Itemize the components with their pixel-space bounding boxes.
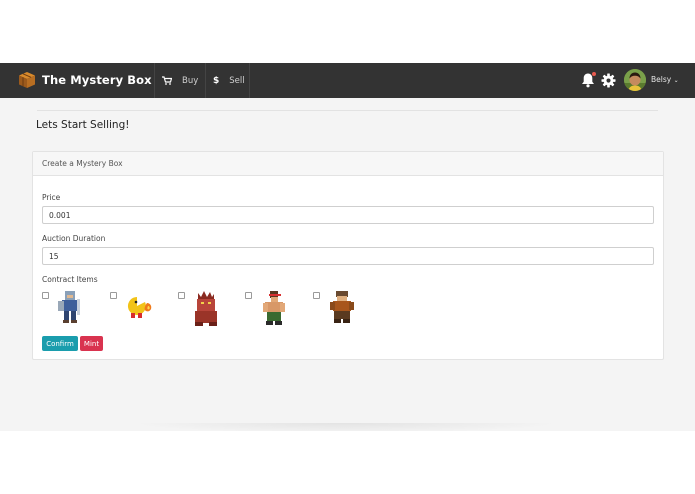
item-checkbox-red-beast[interactable] <box>178 292 185 299</box>
divider <box>37 110 658 111</box>
contract-items-label: Contract Items <box>42 275 98 284</box>
create-box-card: Create a Mystery Box Price 0.001 Auction… <box>32 151 664 360</box>
mystery-box-logo-icon <box>19 72 35 88</box>
nav-item-buy[interactable]: Buy <box>154 63 205 98</box>
red-beast-icon <box>195 291 217 326</box>
nav-item-buy-label: Buy <box>182 75 199 86</box>
settings-gear-icon[interactable] <box>601 73 616 88</box>
confirm-button[interactable]: Confirm <box>42 336 78 351</box>
price-label: Price <box>42 193 61 202</box>
username-dropdown[interactable]: Belsy ⌄ <box>651 75 679 84</box>
dollar-icon: $ <box>213 75 220 86</box>
notification-badge <box>592 72 596 76</box>
top-navbar: The Mystery Box Buy $ Sell Belsy ⌄ <box>0 63 695 98</box>
nav-item-sell-label: Sell <box>229 75 245 86</box>
app-window: The Mystery Box Buy $ Sell Belsy ⌄ Lets … <box>0 63 695 431</box>
screenshot-canvas: The Mystery Box Buy $ Sell Belsy ⌄ Lets … <box>0 0 695 494</box>
armored-knight-icon <box>58 291 80 323</box>
chevron-down-icon: ⌄ <box>673 77 679 84</box>
auction-duration-label: Auction Duration <box>42 234 106 243</box>
user-avatar[interactable] <box>624 69 646 91</box>
price-value: 0.001 <box>49 210 71 220</box>
item-checkbox-armored-knight[interactable] <box>42 292 49 299</box>
username-label: Belsy <box>651 75 672 84</box>
nav-item-sell[interactable]: $ Sell <box>205 63 250 98</box>
auction-duration-value: 15 <box>49 251 59 261</box>
pacman-fire-icon <box>127 296 152 318</box>
item-checkbox-bearded-dwarf[interactable] <box>313 292 320 299</box>
footer-shadow <box>130 423 560 431</box>
page-title: Lets Start Selling! <box>36 119 130 131</box>
commando-icon <box>263 291 285 325</box>
item-checkbox-pacman-fire[interactable] <box>110 292 117 299</box>
bearded-dwarf-icon <box>330 291 354 323</box>
auction-duration-input[interactable]: 15 <box>42 247 654 265</box>
mint-button[interactable]: Mint <box>80 336 103 351</box>
brand-link[interactable]: The Mystery Box <box>18 70 152 90</box>
cart-icon <box>162 76 172 85</box>
item-checkbox-commando[interactable] <box>245 292 252 299</box>
card-header: Create a Mystery Box <box>33 152 663 176</box>
price-input[interactable]: 0.001 <box>42 206 654 224</box>
brand-name: The Mystery Box <box>42 73 152 87</box>
